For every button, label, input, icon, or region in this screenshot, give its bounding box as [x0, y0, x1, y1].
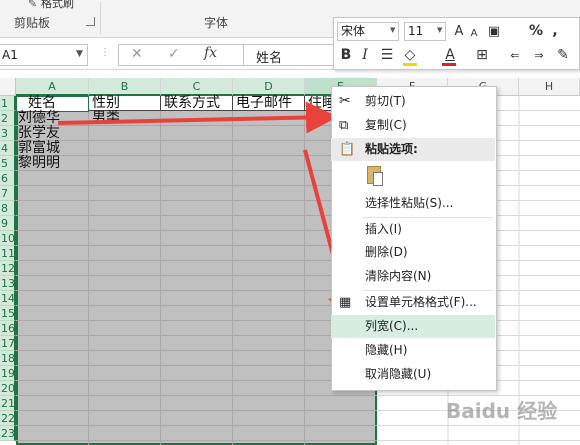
context-menu-items: ✂ 剪切(T) ⧉ 复制(C) 📋 粘贴选项: 选择性粘贴(S)... 插入(I…	[331, 86, 497, 391]
increase-font-size-button[interactable]: A	[451, 22, 467, 41]
copy-icon: ⧉	[339, 118, 349, 133]
italic-button[interactable]: I	[358, 46, 372, 65]
arrow-to-menu	[57, 101, 338, 134]
menu-item-unhide[interactable]: 取消隐藏(U)	[331, 363, 495, 386]
decrease-font-size-button[interactable]: A	[467, 24, 481, 43]
menu-paste-options-header: 📋 粘贴选项:	[331, 138, 495, 161]
paste-icon: 📋	[339, 142, 356, 157]
menu-item-cut[interactable]: ✂ 剪切(T)	[331, 90, 495, 113]
menu-item-copy[interactable]: ⧉ 复制(C)	[331, 114, 495, 137]
borders-icon[interactable]: ⊞	[474, 46, 490, 65]
paste-button[interactable]	[364, 164, 384, 188]
scissors-icon: ✂	[339, 93, 351, 109]
menu-item-clear-contents[interactable]: 清除内容(N)	[331, 265, 495, 288]
fill-color-swatch	[403, 63, 417, 66]
clipboard-paste-icon-page	[373, 172, 383, 186]
format-painter-icon[interactable]: ✎	[554, 46, 572, 65]
menu-item-hide[interactable]: 隐藏(H)	[331, 339, 495, 362]
align-center-icon[interactable]: ☰	[378, 46, 396, 65]
menu-item-delete[interactable]: 删除(D)	[331, 241, 495, 264]
watermark: Baidu 经验	[446, 399, 558, 423]
chevron-down-icon[interactable]: ▼	[390, 26, 395, 34]
font-color-swatch	[442, 63, 456, 66]
menu-item-column-width[interactable]: 列宽(C)...	[331, 315, 495, 338]
increase-decimal-icon[interactable]: ⇐	[506, 46, 524, 65]
menu-item-paste-special[interactable]: 选择性粘贴(S)...	[331, 192, 495, 215]
comma-style-button[interactable]: ,	[548, 22, 562, 41]
menu-item-insert[interactable]: 插入(I)	[331, 218, 495, 241]
format-cells-icon: ▦	[339, 295, 352, 310]
chevron-down-icon[interactable]: ▼	[437, 26, 442, 34]
percent-style-button[interactable]: %	[528, 22, 544, 41]
decrease-decimal-icon[interactable]: ⇒	[530, 46, 548, 65]
bold-button[interactable]: B	[338, 46, 354, 65]
accounting-format-icon[interactable]: ▣	[484, 22, 504, 41]
menu-item-format-cells[interactable]: ▦ 设置单元格格式(F)...	[331, 291, 495, 314]
